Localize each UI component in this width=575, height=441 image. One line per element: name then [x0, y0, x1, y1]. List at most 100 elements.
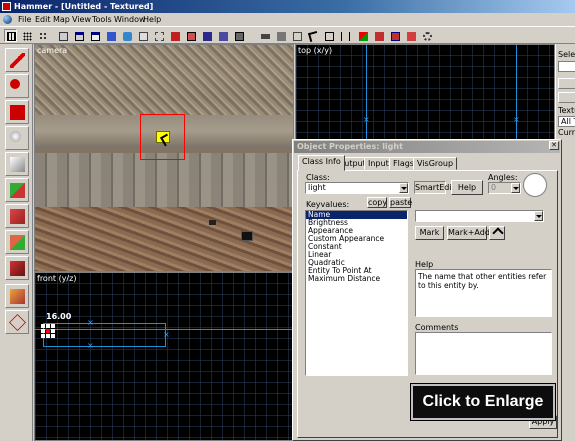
panel-button[interactable]	[558, 92, 575, 103]
entity-tool-button[interactable]	[5, 126, 29, 150]
help-button[interactable]: Help	[451, 180, 483, 195]
hammer-app-icon	[2, 2, 11, 11]
vertex-tool-button[interactable]	[5, 284, 29, 308]
keyvalues-list[interactable]: Name Brightness Appearance Custom Appear…	[305, 210, 408, 376]
wireframe-cube-icon	[9, 314, 26, 331]
hide-button[interactable]	[168, 29, 181, 42]
ungroup-button[interactable]	[152, 29, 165, 42]
block-tool-button[interactable]	[5, 152, 29, 176]
selection-handles[interactable]	[41, 324, 55, 338]
prop-object[interactable]	[241, 231, 253, 241]
chevron-down-icon[interactable]	[399, 183, 408, 193]
chevron-down-icon[interactable]	[511, 183, 520, 193]
run-rad-button[interactable]	[404, 29, 417, 42]
mark-add-button[interactable]: Mark+Add	[447, 226, 490, 240]
close-button[interactable]: ✕	[549, 141, 559, 150]
texture-lock-icon	[235, 32, 244, 41]
chevron-down-icon[interactable]	[534, 211, 543, 221]
comments-label: Comments	[415, 323, 459, 332]
path-tool-button[interactable]	[5, 310, 29, 334]
viewport-label: camera	[37, 46, 68, 55]
ceiling-surface	[35, 45, 293, 115]
group-button[interactable]	[136, 29, 149, 42]
eyedropper-button[interactable]	[489, 226, 505, 240]
x-marker-icon: ×	[87, 341, 94, 350]
run-vis-button[interactable]	[388, 29, 401, 42]
menu-window[interactable]: Window	[114, 14, 146, 25]
texture-application-button[interactable]	[322, 29, 335, 42]
clip-tool-button[interactable]	[5, 256, 29, 280]
decal-cube-icon	[10, 235, 25, 250]
grid-smaller-button[interactable]	[20, 29, 33, 42]
menu-view[interactable]: View	[72, 14, 91, 25]
ungroup-icon	[155, 32, 164, 41]
select-mode-button[interactable]	[306, 29, 320, 43]
angles-label: Angles:	[488, 173, 518, 182]
wall-surface	[35, 153, 293, 209]
top-viewport[interactable]: × × top (x/y)	[295, 44, 555, 144]
check-problems-button[interactable]	[356, 29, 369, 42]
value-dropdown[interactable]	[415, 210, 544, 222]
smartedit-button[interactable]: SmartEdit	[414, 181, 455, 194]
x-marker-icon: ×	[87, 318, 94, 327]
panel-button[interactable]	[558, 78, 575, 89]
comments-box[interactable]	[415, 332, 552, 375]
list-item[interactable]: Maximum Distance	[306, 275, 407, 283]
copy-button[interactable]: copy	[367, 197, 387, 208]
load-window-state-button[interactable]	[72, 29, 85, 42]
menu-file[interactable]: File	[18, 14, 31, 25]
decal-tool-button[interactable]	[5, 230, 29, 254]
toggle-helpers-button[interactable]	[258, 29, 271, 42]
texture-tool-button[interactable]	[5, 178, 29, 202]
paste-button[interactable]: paste	[389, 197, 412, 208]
texture-cube-icon	[10, 183, 25, 198]
save-window-state-button[interactable]	[88, 29, 101, 42]
entity-bounding-box[interactable]	[43, 323, 166, 347]
carve-button[interactable]	[104, 29, 117, 42]
title-bar: Hammer - [Untitled - Textured]	[0, 0, 575, 13]
class-dropdown[interactable]: light	[305, 182, 409, 194]
gear-icon	[423, 32, 432, 41]
click-to-enlarge-badge[interactable]: Click to Enlarge	[411, 384, 555, 420]
entity-report-button[interactable]	[338, 29, 351, 42]
dialog-title-bar[interactable]: Object Properties: light	[294, 141, 560, 153]
texture-group-field[interactable]: All T	[558, 116, 575, 127]
magnify-tool-button[interactable]	[5, 74, 29, 98]
menu-map[interactable]: Map	[53, 14, 70, 25]
camera-view-button[interactable]	[290, 29, 303, 42]
size-readout: 16.00	[46, 312, 72, 321]
tab-visgroup[interactable]: VisGroup	[413, 157, 458, 170]
apply-texture-button[interactable]	[5, 204, 29, 228]
grid-toggle-button[interactable]	[4, 29, 17, 42]
prop-object[interactable]	[209, 220, 216, 225]
front-viewport[interactable]: 16.00 × × × front (y/z)	[34, 272, 294, 441]
texture-lock-button[interactable]	[232, 29, 245, 42]
cordon-button[interactable]	[120, 29, 133, 42]
camera-tool-button[interactable]	[5, 100, 29, 124]
menu-tools[interactable]: Tools	[92, 14, 112, 25]
mark-button[interactable]: Mark	[415, 226, 444, 240]
vertex-cube-icon	[10, 289, 25, 304]
menu-bar: File Edit Map View Tools Window Help	[0, 13, 575, 26]
light-entity-icon[interactable]	[156, 131, 170, 143]
arrow-icon	[307, 30, 320, 43]
flip-button[interactable]	[274, 29, 287, 42]
grid-larger-button[interactable]	[36, 29, 49, 42]
camera-viewport[interactable]: camera	[34, 44, 294, 272]
grid-dots-icon	[23, 32, 32, 41]
tab-class-info[interactable]: Class Info	[298, 155, 345, 171]
tie-to-entity-button[interactable]	[200, 29, 213, 42]
options-button[interactable]	[420, 29, 433, 42]
3d-grid-button[interactable]	[56, 29, 69, 42]
run-map-button[interactable]	[372, 29, 385, 42]
menu-help[interactable]: Help	[143, 14, 161, 25]
move-to-world-button[interactable]	[216, 29, 229, 42]
globe-icon[interactable]	[3, 15, 12, 24]
unhide-button[interactable]	[184, 29, 197, 42]
menu-edit[interactable]: Edit	[35, 14, 51, 25]
grid-axis-line	[516, 45, 517, 143]
selection-tool-button[interactable]	[5, 48, 29, 72]
angles-dropdown[interactable]: 0	[488, 182, 521, 194]
angle-dial[interactable]	[523, 173, 547, 197]
select-field[interactable]	[558, 61, 575, 72]
